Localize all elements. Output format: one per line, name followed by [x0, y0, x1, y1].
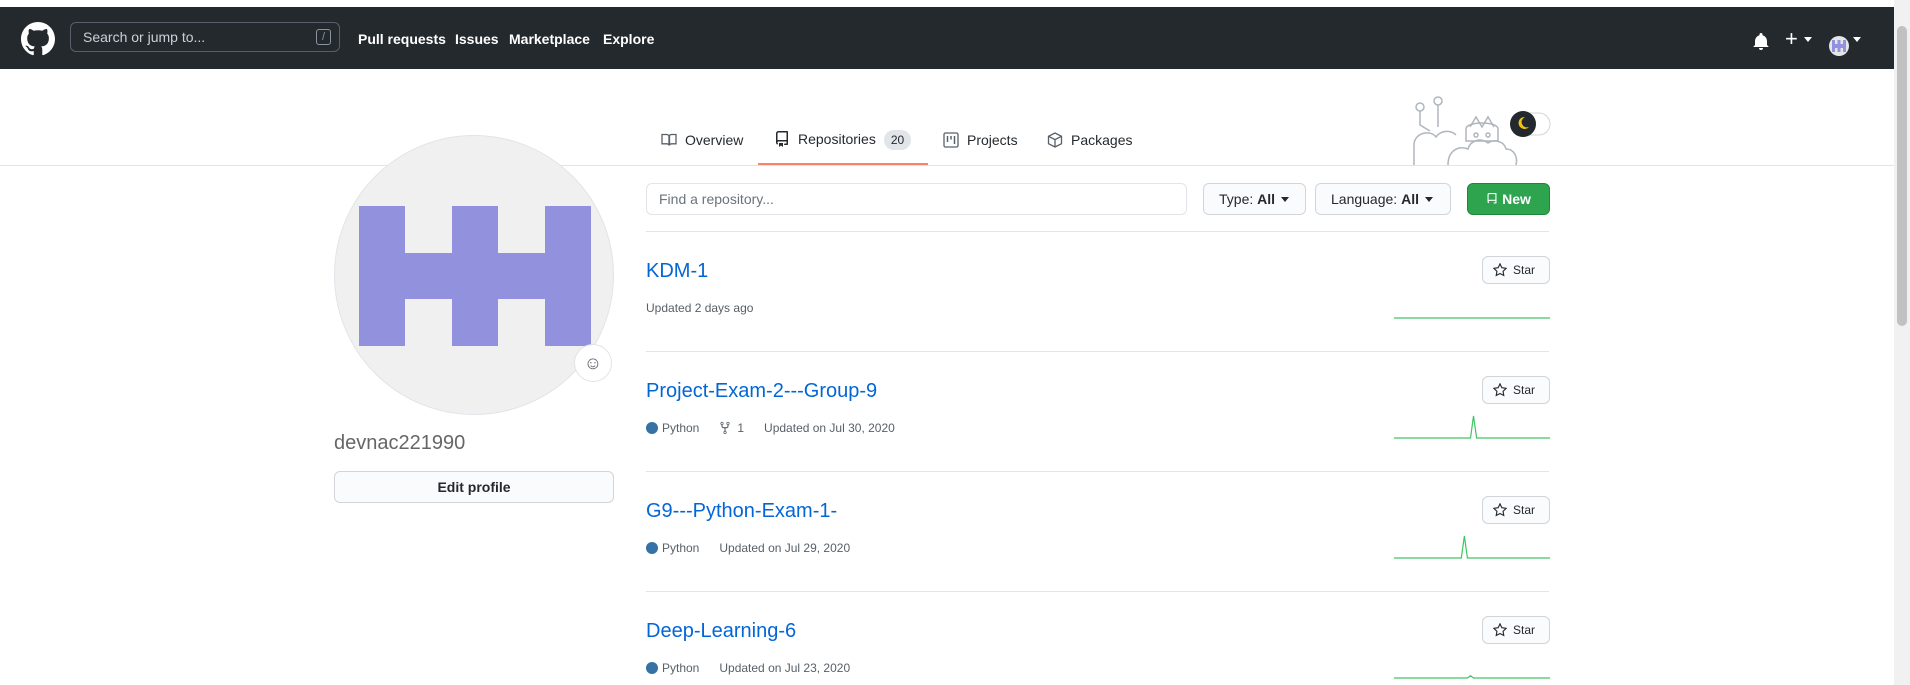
avatar-identicon-icon — [1832, 40, 1846, 52]
type-filter-dropdown[interactable]: Type: All — [1203, 183, 1306, 215]
fork-icon — [720, 421, 730, 435]
star-icon — [1492, 262, 1508, 277]
tab-packages-label: Packages — [1071, 132, 1133, 148]
book-icon — [661, 133, 677, 146]
star-label: Star — [1513, 263, 1536, 277]
find-repository-input[interactable]: Find a repository... — [646, 183, 1187, 215]
language-filter-value: All — [1401, 191, 1419, 207]
repo-icon — [1487, 193, 1497, 204]
notifications-bell-icon[interactable] — [1753, 33, 1769, 51]
language-filter-dropdown[interactable]: Language: All — [1315, 183, 1451, 215]
edit-profile-button[interactable]: Edit profile — [334, 471, 614, 503]
search-placeholder: Search or jump to... — [83, 29, 206, 45]
sparkline-series — [1394, 535, 1550, 559]
repo-divider — [646, 591, 1549, 592]
sparkline-series — [1394, 675, 1550, 679]
global-header: Search or jump to... / Pull requests Iss… — [0, 7, 1894, 69]
type-filter-label: Type: — [1219, 191, 1254, 207]
repo-icon — [776, 131, 788, 147]
chevron-down-icon — [1281, 197, 1290, 202]
repo-meta: Python Updated on Jul 29, 2020 — [646, 541, 850, 555]
repo-name-link[interactable]: G9---Python-Exam-1- — [646, 500, 837, 523]
chevron-down-icon — [1424, 197, 1433, 202]
nav-marketplace[interactable]: Marketplace — [509, 31, 590, 47]
nav-pull-requests[interactable]: Pull requests — [358, 31, 446, 47]
repo-divider — [646, 351, 1549, 352]
repo-meta: Python Updated on Jul 23, 2020 — [646, 661, 850, 675]
scrollbar-thumb[interactable] — [1897, 26, 1907, 326]
repo-name-link[interactable]: KDM-1 — [646, 260, 708, 283]
avatar-caret-icon[interactable] — [1853, 37, 1861, 42]
user-avatar-menu[interactable] — [1829, 36, 1849, 56]
repo-name-link[interactable]: Deep-Learning-6 — [646, 620, 796, 643]
star-label: Star — [1513, 623, 1536, 637]
repo-divider — [646, 471, 1549, 472]
nav-issues[interactable]: Issues — [455, 31, 499, 47]
tab-overview[interactable]: Overview — [661, 132, 743, 148]
activity-sparkline — [1394, 535, 1550, 559]
language-color-dot — [646, 542, 658, 554]
star-button[interactable]: Star — [1482, 496, 1550, 524]
github-logo-icon[interactable] — [21, 22, 55, 56]
create-caret-icon[interactable] — [1804, 37, 1812, 42]
repositories-count-badge: 20 — [883, 130, 912, 150]
activity-sparkline — [1394, 317, 1550, 319]
repo-name-link[interactable]: Project-Exam-2---Group-9 — [646, 380, 877, 403]
star-icon — [1492, 502, 1508, 517]
repo-updated: Updated on Jul 30, 2020 — [764, 421, 895, 435]
create-new-plus-icon[interactable]: + — [1785, 27, 1798, 51]
tab-projects[interactable]: Projects — [943, 132, 1018, 148]
identicon-icon — [359, 206, 591, 346]
repo-updated: Updated on Jul 23, 2020 — [719, 661, 851, 675]
window-top-strip — [0, 0, 1910, 7]
repo-meta: Python 1 Updated on Jul 30, 2020 — [646, 421, 895, 435]
sparkline-series — [1394, 415, 1550, 439]
star-button[interactable]: Star — [1482, 256, 1550, 284]
tab-repositories[interactable]: Repositories 20 — [774, 130, 912, 150]
repo-divider — [646, 231, 1549, 232]
star-button[interactable]: Star — [1482, 616, 1550, 644]
star-button[interactable]: Star — [1482, 376, 1550, 404]
repo-updated: Updated 2 days ago — [646, 301, 754, 315]
language-color-dot — [646, 662, 658, 674]
profile-avatar — [334, 135, 614, 415]
set-status-smiley-icon[interactable]: ☺ — [574, 344, 612, 382]
activity-sparkline — [1394, 415, 1550, 439]
new-button-label: New — [1502, 191, 1531, 207]
repo-language: Python — [662, 421, 700, 435]
repo-updated: Updated on Jul 29, 2020 — [719, 541, 851, 555]
octocat-mascot-icon — [1413, 96, 1551, 165]
profile-username: devnac221990 — [334, 432, 466, 454]
repo-meta: Updated 2 days ago — [646, 301, 753, 315]
slash-shortcut-icon: / — [316, 29, 331, 45]
star-label: Star — [1513, 503, 1536, 517]
tab-overview-label: Overview — [685, 132, 744, 148]
language-filter-label: Language: — [1331, 191, 1398, 207]
activity-sparkline — [1394, 675, 1550, 679]
tab-projects-label: Projects — [967, 132, 1018, 148]
repo-language: Python — [662, 541, 700, 555]
package-icon — [1047, 132, 1063, 148]
repo-forks[interactable]: 1 — [737, 421, 744, 435]
language-color-dot — [646, 422, 658, 434]
tabs-divider — [0, 165, 1894, 166]
global-search-input[interactable]: Search or jump to... / — [70, 22, 340, 52]
tab-repositories-label: Repositories — [798, 131, 876, 147]
project-icon — [943, 132, 959, 148]
repo-language: Python — [662, 661, 700, 675]
star-icon — [1492, 382, 1508, 397]
nav-explore[interactable]: Explore — [603, 31, 654, 47]
type-filter-value: All — [1257, 191, 1276, 207]
new-repository-button[interactable]: New — [1467, 183, 1550, 215]
star-label: Star — [1513, 383, 1536, 397]
star-icon — [1492, 622, 1508, 637]
tab-packages[interactable]: Packages — [1047, 132, 1132, 148]
